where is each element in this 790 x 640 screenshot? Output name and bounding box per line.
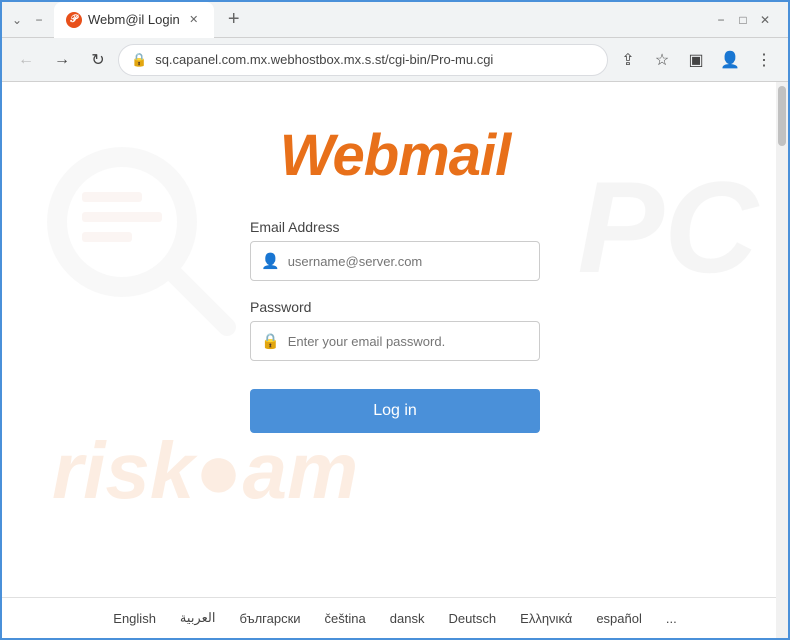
lang-german[interactable]: Deutsch	[448, 611, 496, 626]
lang-greek[interactable]: Ελληνικά	[520, 611, 572, 626]
nav-bar: ← → ↻ 🔒 sq.capanel.com.mx.webhostbox.mx.…	[2, 38, 788, 82]
lang-danish[interactable]: dansk	[390, 611, 425, 626]
lang-bulgarian[interactable]: български	[239, 611, 300, 626]
email-label: Email Address	[250, 219, 540, 235]
forward-button[interactable]: →	[46, 44, 78, 76]
person-icon: 👤	[261, 252, 280, 270]
chevron-up-icon[interactable]: −	[32, 13, 46, 27]
email-form-group: Email Address 👤	[250, 219, 540, 281]
minimize-button[interactable]: −	[714, 13, 728, 27]
login-container: Webmail Email Address 👤 Password 🔒 Lo	[2, 82, 788, 433]
share-button[interactable]: ⇪	[612, 44, 644, 76]
risk-watermark-text: risk●am	[52, 425, 358, 517]
new-tab-button[interactable]: +	[220, 6, 248, 34]
lock-icon: 🔒	[131, 52, 147, 68]
email-input-wrapper: 👤	[250, 241, 540, 281]
maximize-button[interactable]: □	[736, 13, 750, 27]
email-input[interactable]	[288, 254, 529, 269]
menu-button[interactable]: ⋮	[748, 44, 780, 76]
back-button[interactable]: ←	[10, 44, 42, 76]
profile-button[interactable]: 👤	[714, 44, 746, 76]
browser-window: ⌄ − 𝒫 Webm@il Login ✕ + − □ ✕ ← → ↻ 🔒 sq…	[0, 0, 790, 640]
password-label: Password	[250, 299, 540, 315]
lock-input-icon: 🔒	[261, 332, 280, 350]
lang-czech[interactable]: čeština	[325, 611, 366, 626]
window-controls: − □ ✕	[714, 13, 780, 27]
password-form-group: Password 🔒	[250, 299, 540, 361]
lang-more-button[interactable]: ...	[666, 611, 677, 626]
login-button[interactable]: Log in	[250, 389, 540, 433]
title-bar: ⌄ − 𝒫 Webm@il Login ✕ + − □ ✕	[2, 2, 788, 38]
address-text: sq.capanel.com.mx.webhostbox.mx.s.st/cgi…	[155, 52, 595, 67]
tab-title: Webm@il Login	[88, 12, 180, 27]
chevron-down-icon[interactable]: ⌄	[10, 13, 24, 27]
tab-area: 𝒫 Webm@il Login ✕ +	[54, 2, 248, 38]
lang-arabic[interactable]: العربية	[180, 610, 216, 626]
active-tab[interactable]: 𝒫 Webm@il Login ✕	[54, 2, 214, 38]
tab-close-button[interactable]: ✕	[186, 12, 202, 28]
page-content: PC risk●am Webmail Email Address 👤 Passw…	[2, 82, 788, 638]
nav-actions: ⇪ ☆ ▣ 👤 ⋮	[612, 44, 780, 76]
close-button[interactable]: ✕	[758, 13, 772, 27]
bookmark-button[interactable]: ☆	[646, 44, 678, 76]
webmail-logo: Webmail	[280, 122, 510, 189]
login-page: PC risk●am Webmail Email Address 👤 Passw…	[2, 82, 788, 597]
extension-button[interactable]: ▣	[680, 44, 712, 76]
address-bar[interactable]: 🔒 sq.capanel.com.mx.webhostbox.mx.s.st/c…	[118, 44, 608, 76]
title-bar-left: ⌄ − 𝒫 Webm@il Login ✕ +	[10, 2, 714, 38]
lang-spanish[interactable]: español	[596, 611, 642, 626]
lang-english[interactable]: English	[113, 611, 156, 626]
password-input[interactable]	[288, 334, 529, 349]
language-bar: English العربية български čeština dansk …	[2, 597, 788, 638]
tab-favicon-icon: 𝒫	[66, 12, 82, 28]
refresh-button[interactable]: ↻	[82, 44, 114, 76]
password-input-wrapper: 🔒	[250, 321, 540, 361]
